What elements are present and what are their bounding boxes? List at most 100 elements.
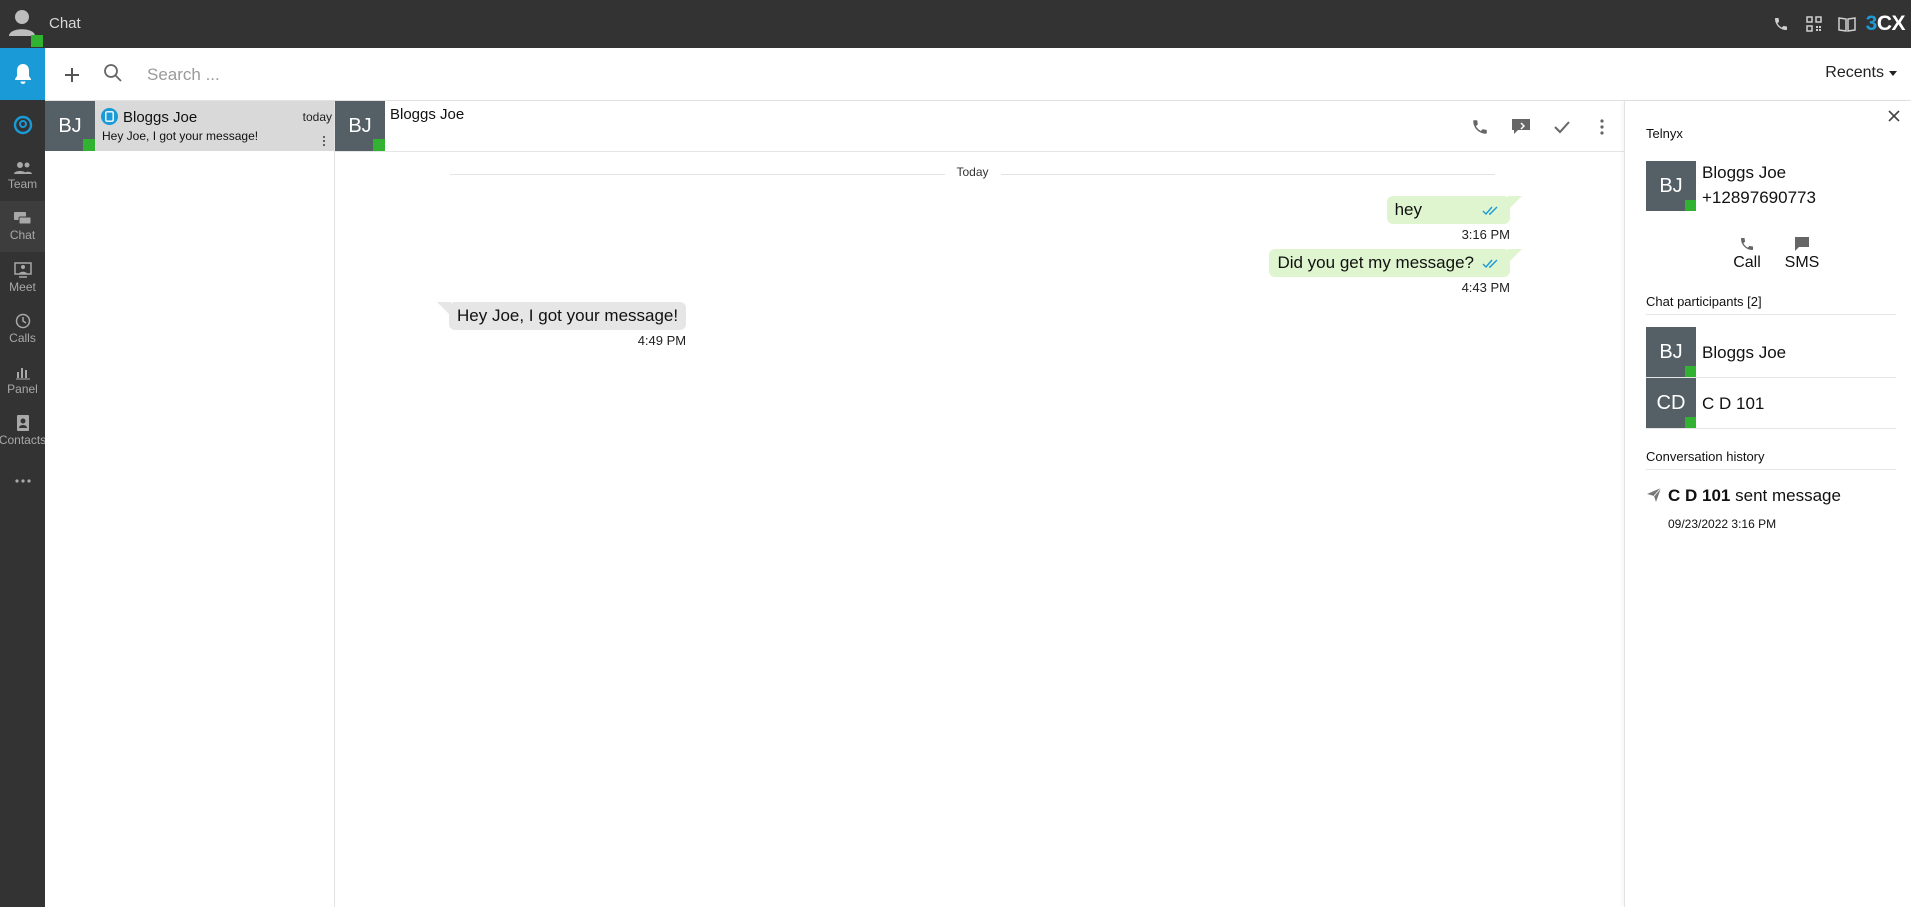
date-separator: Today [450,165,1495,185]
provider-label: Telnyx [1646,126,1683,141]
search-toolbar: Recents [45,48,1911,101]
message-outgoing: Did you get my message? 4:43 PM [1269,249,1522,295]
contacts-icon [16,414,29,431]
nav-item-team[interactable]: Team [0,150,45,201]
nav-item-contacts[interactable]: Contacts [0,405,47,456]
phone-icon [1775,18,1788,30]
notifications-button[interactable] [0,48,45,100]
close-chat-button[interactable] [1549,114,1575,140]
user-avatar[interactable] [0,0,45,48]
chevron-down-icon [1889,70,1897,76]
presence-indicator [373,139,385,151]
nav-item-label: Panel [7,381,38,396]
nav-item-meet[interactable]: Meet [0,252,45,303]
message-incoming: Hey Joe, I got your message! 4:49 PM [436,302,687,348]
close-icon [1888,110,1900,122]
history-date: 09/23/2022 3:16 PM [1668,517,1777,531]
left-nav: Team Chat Meet Calls Panel Contacts [0,48,47,907]
search-input[interactable] [147,60,647,90]
nav-item-panel[interactable]: Panel [0,354,45,405]
message-bubble[interactable]: Did you get my message? [1269,249,1522,277]
nav-item-label: Contacts [0,432,47,447]
history-icon [15,313,30,328]
message-time: 4:49 PM [637,333,687,348]
participant-name: C D 101 [1702,394,1765,413]
contact-info-panel: Telnyx BJ Bloggs Joe +12897690773 Call S… [1624,101,1911,907]
search-icon [103,63,127,87]
manual-button[interactable] [1831,0,1864,48]
chat-title: Bloggs Joe [390,106,465,123]
recents-dropdown[interactable]: Recents [1825,64,1897,82]
nav-item-label: Meet [9,279,36,294]
more-vertical-icon [322,135,326,147]
message-text: hey [1394,200,1422,219]
conversation-list: BJ Bloggs Joe today Hey Joe, I got your … [45,101,335,907]
call-button[interactable] [1467,114,1493,140]
avatar: BJ [335,101,385,151]
qr-code-icon [1806,16,1822,32]
message-time: 4:43 PM [1461,280,1510,295]
history-actor: C D 101 [1668,486,1731,505]
contact-phone[interactable]: +12897690773 [1702,188,1816,208]
avatar: BJ [1646,161,1696,211]
top-icons: 3CX [1765,0,1911,48]
qr-code-button[interactable] [1798,0,1831,48]
nav-brand-button[interactable] [0,100,45,150]
chat-transfer-icon [1512,119,1530,134]
paper-plane-icon [1647,487,1662,502]
phone-icon [1741,238,1753,250]
read-receipt-icon [1482,259,1498,268]
nav-item-chat[interactable]: Chat [0,201,45,252]
conversation-name: Bloggs Joe [123,109,198,126]
conversation-preview: Hey Joe, I got your message! [102,129,259,143]
3cx-logo: 3CX [1865,12,1906,35]
chat-header: BJ Bloggs Joe [335,101,1624,152]
message-bubble[interactable]: Hey Joe, I got your message! [436,302,687,330]
sms-action-label: SMS [1784,254,1820,271]
conversation-time: today [302,110,332,124]
top-bar: Chat 3CX [0,0,1911,48]
history-action: sent message [1735,486,1841,505]
phone-icon [1473,120,1487,134]
book-icon [1838,17,1856,32]
sms-action-button[interactable]: SMS [1777,236,1827,272]
participant-item[interactable]: BJ Bloggs Joe [1646,327,1896,378]
new-chat-button[interactable] [57,60,87,90]
close-panel-button[interactable] [1885,107,1903,125]
transfer-chat-button[interactable] [1508,114,1534,140]
nav-item-calls[interactable]: Calls [0,303,45,354]
presence-indicator [1685,200,1696,211]
team-icon [13,161,32,174]
meet-icon [13,261,32,278]
more-horizontal-icon [14,478,31,483]
nav-item-label: Team [7,176,38,191]
bell-icon [14,64,31,84]
history-section-title: Conversation history [1646,449,1896,470]
history-text: C D 101 sent message [1668,486,1841,506]
participant-item[interactable]: CD C D 101 [1646,378,1896,429]
message-bubble[interactable]: hey [1386,196,1523,224]
contact-name: Bloggs Joe [1702,163,1787,182]
conversation-menu-button[interactable] [322,134,328,147]
dialer-button[interactable] [1765,0,1798,48]
presence-indicator [83,139,95,151]
message-icon [1795,237,1809,251]
nav-item-label: Chat [9,227,36,242]
nav-more-button[interactable] [0,456,45,507]
conversation-item[interactable]: BJ Bloggs Joe today Hey Joe, I got your … [45,101,334,151]
checkmark-icon [1554,121,1570,134]
user-icon [9,10,35,36]
chat-icon [13,211,31,224]
app-title: Chat [49,15,81,32]
read-receipt-icon [1482,206,1498,215]
message-text: Hey Joe, I got your message! [457,306,679,325]
chat-options-button[interactable] [1589,114,1615,140]
bar-chart-icon [15,367,30,379]
recents-label: Recents [1825,64,1884,81]
date-label: Today [944,165,1001,179]
participant-name: Bloggs Joe [1702,343,1787,362]
avatar: BJ [1646,327,1696,377]
participants-section-title: Chat participants [2] [1646,294,1896,315]
call-action-button[interactable]: Call [1722,236,1772,272]
3cx-swirl-icon [13,115,32,135]
